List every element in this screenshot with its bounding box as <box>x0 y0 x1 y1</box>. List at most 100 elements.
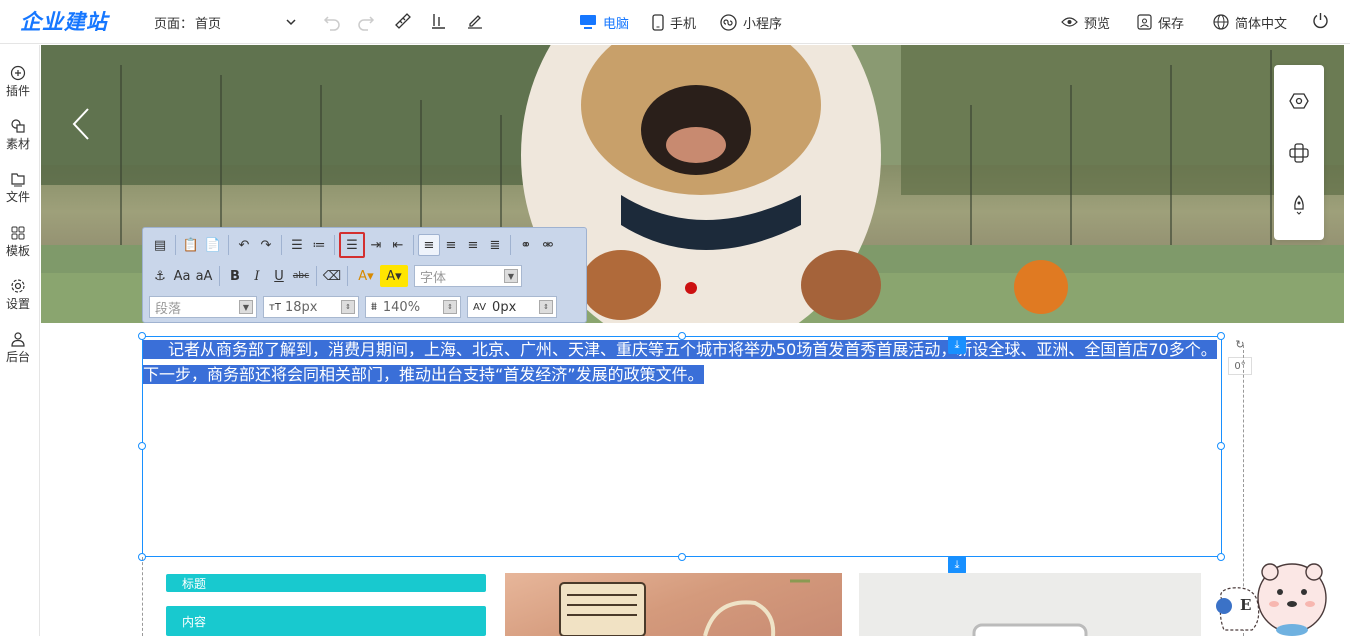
unordered-list-icon[interactable]: ≔ <box>308 234 330 256</box>
chevron-down-icon[interactable] <box>285 0 297 44</box>
text-block-content[interactable]: 记者从商务部了解到，消费月期间，上海、北京、广州、天津、重庆等五个城市将举办50… <box>143 337 1219 387</box>
paragraph-select[interactable]: 段落 ▼ <box>149 296 257 318</box>
toolbar-divider <box>281 235 282 255</box>
undo-icon[interactable] <box>322 11 342 31</box>
toolbar-divider <box>347 266 348 286</box>
paste-icon[interactable]: 📋 <box>180 234 202 256</box>
letter-spacing-stepper[interactable]: AV 0px ⇕ <box>467 296 557 318</box>
bear-mascot-icon <box>1216 563 1327 636</box>
resize-handle[interactable] <box>678 332 686 340</box>
font-size-value: 18px <box>284 299 318 315</box>
sidebar-item-label: 插件 <box>5 84 30 98</box>
eraser-icon[interactable]: ⌫ <box>321 265 343 287</box>
title-block[interactable]: 标题 <box>166 574 486 592</box>
language-label: 简体中文 <box>1235 16 1288 32</box>
edit-icon[interactable] <box>465 11 485 31</box>
letter-spacing-icon: AV <box>473 301 487 313</box>
power-icon[interactable] <box>1312 12 1329 29</box>
font-color-icon[interactable]: A▾ <box>352 265 380 287</box>
page-selector-label: 页面： <box>154 16 194 32</box>
italic-icon[interactable]: I <box>246 265 268 287</box>
redo-icon[interactable] <box>356 11 376 31</box>
align-left-icon[interactable]: ≡ <box>418 234 440 256</box>
hexagon-icon[interactable] <box>1289 91 1309 111</box>
font-family-select[interactable]: 字体 ▼ <box>414 265 522 287</box>
chevron-left-icon[interactable] <box>71 107 91 141</box>
lowercase-icon[interactable]: Aa <box>171 265 193 287</box>
user-icon <box>11 332 25 347</box>
page-selector[interactable]: 页面： 首页 <box>154 0 221 44</box>
decrease-indent-icon[interactable]: ⇤ <box>387 234 409 256</box>
align-justify-icon[interactable]: ≣ <box>484 234 506 256</box>
align-center-icon[interactable]: ≡ <box>440 234 462 256</box>
stepper-arrows-icon[interactable]: ⇕ <box>539 300 553 314</box>
device-mini-program[interactable]: 小程序 <box>720 2 782 42</box>
dropdown-arrow-icon: ▼ <box>504 269 518 283</box>
rich-text-toolbar: ▤ 📋 📄 ↶ ↷ ☰ ≔ ☰ ⇥ ⇤ ≡ ≡ ≡ ≣ ⚭ ⚮ ⚓ Aa aA … <box>142 227 587 323</box>
download-icon[interactable]: ⤓ <box>948 336 966 354</box>
title-label: 标题 <box>182 576 207 591</box>
move-icon[interactable] <box>1289 143 1309 163</box>
align-right-icon[interactable]: ≡ <box>462 234 484 256</box>
preview-button[interactable]: 预览 <box>1061 2 1110 42</box>
strikethrough-icon[interactable]: abc <box>290 265 312 287</box>
ruler-icon[interactable] <box>393 11 413 31</box>
source-icon[interactable]: ▤ <box>149 234 171 256</box>
content-image[interactable] <box>505 573 842 637</box>
resize-handle[interactable] <box>138 442 146 450</box>
mini-program-icon <box>720 13 737 31</box>
indent-icon[interactable]: ☰ <box>339 232 365 258</box>
chart-icon[interactable] <box>429 11 449 31</box>
rotate-icon[interactable]: ↻ <box>1232 338 1248 354</box>
stepper-arrows-icon[interactable]: ⇕ <box>341 300 355 314</box>
line-height-stepper[interactable]: ⩩ 140% ⇕ <box>365 296 461 318</box>
highlight-color-icon[interactable]: A▾ <box>380 265 408 287</box>
sidebar-item-label: 素材 <box>5 137 30 151</box>
rocket-icon[interactable] <box>1289 195 1309 215</box>
font-family-placeholder: 字体 <box>420 270 447 286</box>
resize-handle[interactable] <box>1217 442 1225 450</box>
line-height-value: 140% <box>382 299 421 315</box>
content-image[interactable] <box>859 573 1201 640</box>
mascot[interactable]: E <box>1212 560 1350 636</box>
unlink-icon[interactable]: ⚮ <box>537 234 559 256</box>
bold-icon[interactable]: B <box>224 265 246 287</box>
globe-icon <box>1213 14 1229 30</box>
device-phone-label: 手机 <box>670 16 697 32</box>
uppercase-icon[interactable]: aA <box>193 265 215 287</box>
sidebar-item-materials[interactable]: 素材 <box>0 118 36 152</box>
resize-handle[interactable] <box>138 332 146 340</box>
sidebar-item-settings[interactable]: 设置 <box>0 278 36 312</box>
save-icon <box>1137 14 1152 30</box>
toolbar-divider <box>175 235 176 255</box>
sidebar-item-label: 模板 <box>5 244 30 258</box>
rotation-value: 0° <box>1228 357 1252 375</box>
sidebar-item-files[interactable]: 文件 <box>0 171 36 205</box>
language-button[interactable]: 简体中文 <box>1213 2 1287 42</box>
anchor-icon[interactable]: ⚓ <box>149 265 171 287</box>
increase-indent-icon[interactable]: ⇥ <box>365 234 387 256</box>
sidebar-item-label: 设置 <box>5 297 30 311</box>
device-desktop[interactable]: 电脑 <box>579 2 629 42</box>
download-icon[interactable]: ⤓ <box>948 556 966 574</box>
ordered-list-icon[interactable]: ☰ <box>286 234 308 256</box>
image-placeholder-illustration <box>972 623 1088 640</box>
sidebar-item-templates[interactable]: 模板 <box>0 225 36 259</box>
logo: 企业建站 <box>20 10 108 34</box>
stepper-arrows-icon[interactable]: ⇕ <box>443 300 457 314</box>
device-phone[interactable]: 手机 <box>652 2 696 42</box>
link-icon[interactable]: ⚭ <box>515 234 537 256</box>
resize-handle[interactable] <box>1217 332 1225 340</box>
redo-icon[interactable]: ↷ <box>255 234 277 256</box>
sidebar-item-plugins[interactable]: 插件 <box>0 65 36 99</box>
phone-icon <box>652 13 664 31</box>
underline-icon[interactable]: U <box>268 265 290 287</box>
preview-label: 预览 <box>1084 16 1111 32</box>
resize-handle[interactable] <box>678 553 686 561</box>
content-block[interactable]: 内容 <box>166 606 486 636</box>
undo-icon[interactable]: ↶ <box>233 234 255 256</box>
font-size-stepper[interactable]: тT 18px ⇕ <box>263 296 359 318</box>
sidebar-item-backend[interactable]: 后台 <box>0 331 36 365</box>
save-button[interactable]: 保存 <box>1137 2 1184 42</box>
paste-text-icon[interactable]: 📄 <box>202 234 224 256</box>
